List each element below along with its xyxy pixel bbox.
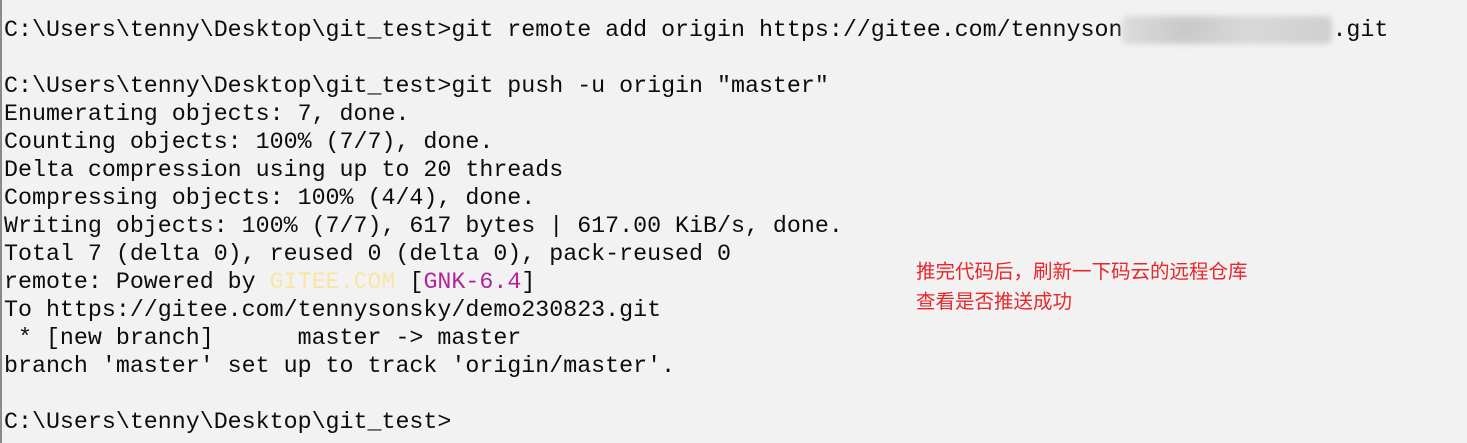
command-text: git remote add origin https://gitee.com/… — [451, 17, 1123, 43]
terminal-line-writing: Writing objects: 100% (7/7), 617 bytes |… — [4, 213, 843, 239]
terminal-line-tracking: branch 'master' set up to track 'origin/… — [4, 353, 676, 379]
prompt: C:\Users\tenny\Desktop\git_test> — [4, 409, 452, 435]
gitee-brand-text: GITEE.COM — [269, 269, 396, 295]
terminal-line-push-command: C:\Users\tenny\Desktop\git_test>git push… — [4, 73, 829, 99]
redacted-repo-path — [1122, 16, 1333, 44]
remote-prefix: remote: Powered by — [4, 269, 270, 295]
terminal-line-remote-powered: remote: Powered by GITEE.COM [GNK-6.4] — [4, 268, 535, 296]
prompt: C:\Users\tenny\Desktop\git_test> — [4, 17, 452, 43]
terminal-line-to-url: To https://gitee.com/tennysonsky/demo230… — [4, 297, 662, 323]
command-text-suffix: .git — [1332, 17, 1389, 43]
terminal-line-prompt[interactable]: C:\Users\tenny\Desktop\git_test> — [4, 408, 451, 436]
terminal-window[interactable]: C:\Users\tenny\Desktop\git_test>git remo… — [0, 0, 1467, 443]
terminal-line-total: Total 7 (delta 0), reused 0 (delta 0), p… — [4, 241, 731, 267]
annotation-note-line2: 查看是否推送成功 — [916, 290, 1073, 313]
terminal-line-counting: Counting objects: 100% (7/7), done. — [4, 129, 494, 155]
terminal-line-delta: Delta compression using up to 20 threads — [4, 157, 564, 183]
gnk-version-text: GNK-6.4 — [423, 269, 522, 295]
terminal-line-compressing: Compressing objects: 100% (4/4), done. — [4, 185, 536, 211]
terminal-line-new-branch: * [new branch] master -> master — [4, 325, 522, 351]
annotation-note-line1: 推完代码后，刷新一下码云的远程仓库 — [916, 260, 1248, 283]
terminal-line-remote-add: C:\Users\tenny\Desktop\git_test>git remo… — [4, 16, 1388, 44]
terminal-line-enumerating: Enumerating objects: 7, done. — [4, 101, 410, 127]
bracket-close: ] — [521, 269, 536, 295]
bracket-open: [ — [409, 269, 424, 295]
